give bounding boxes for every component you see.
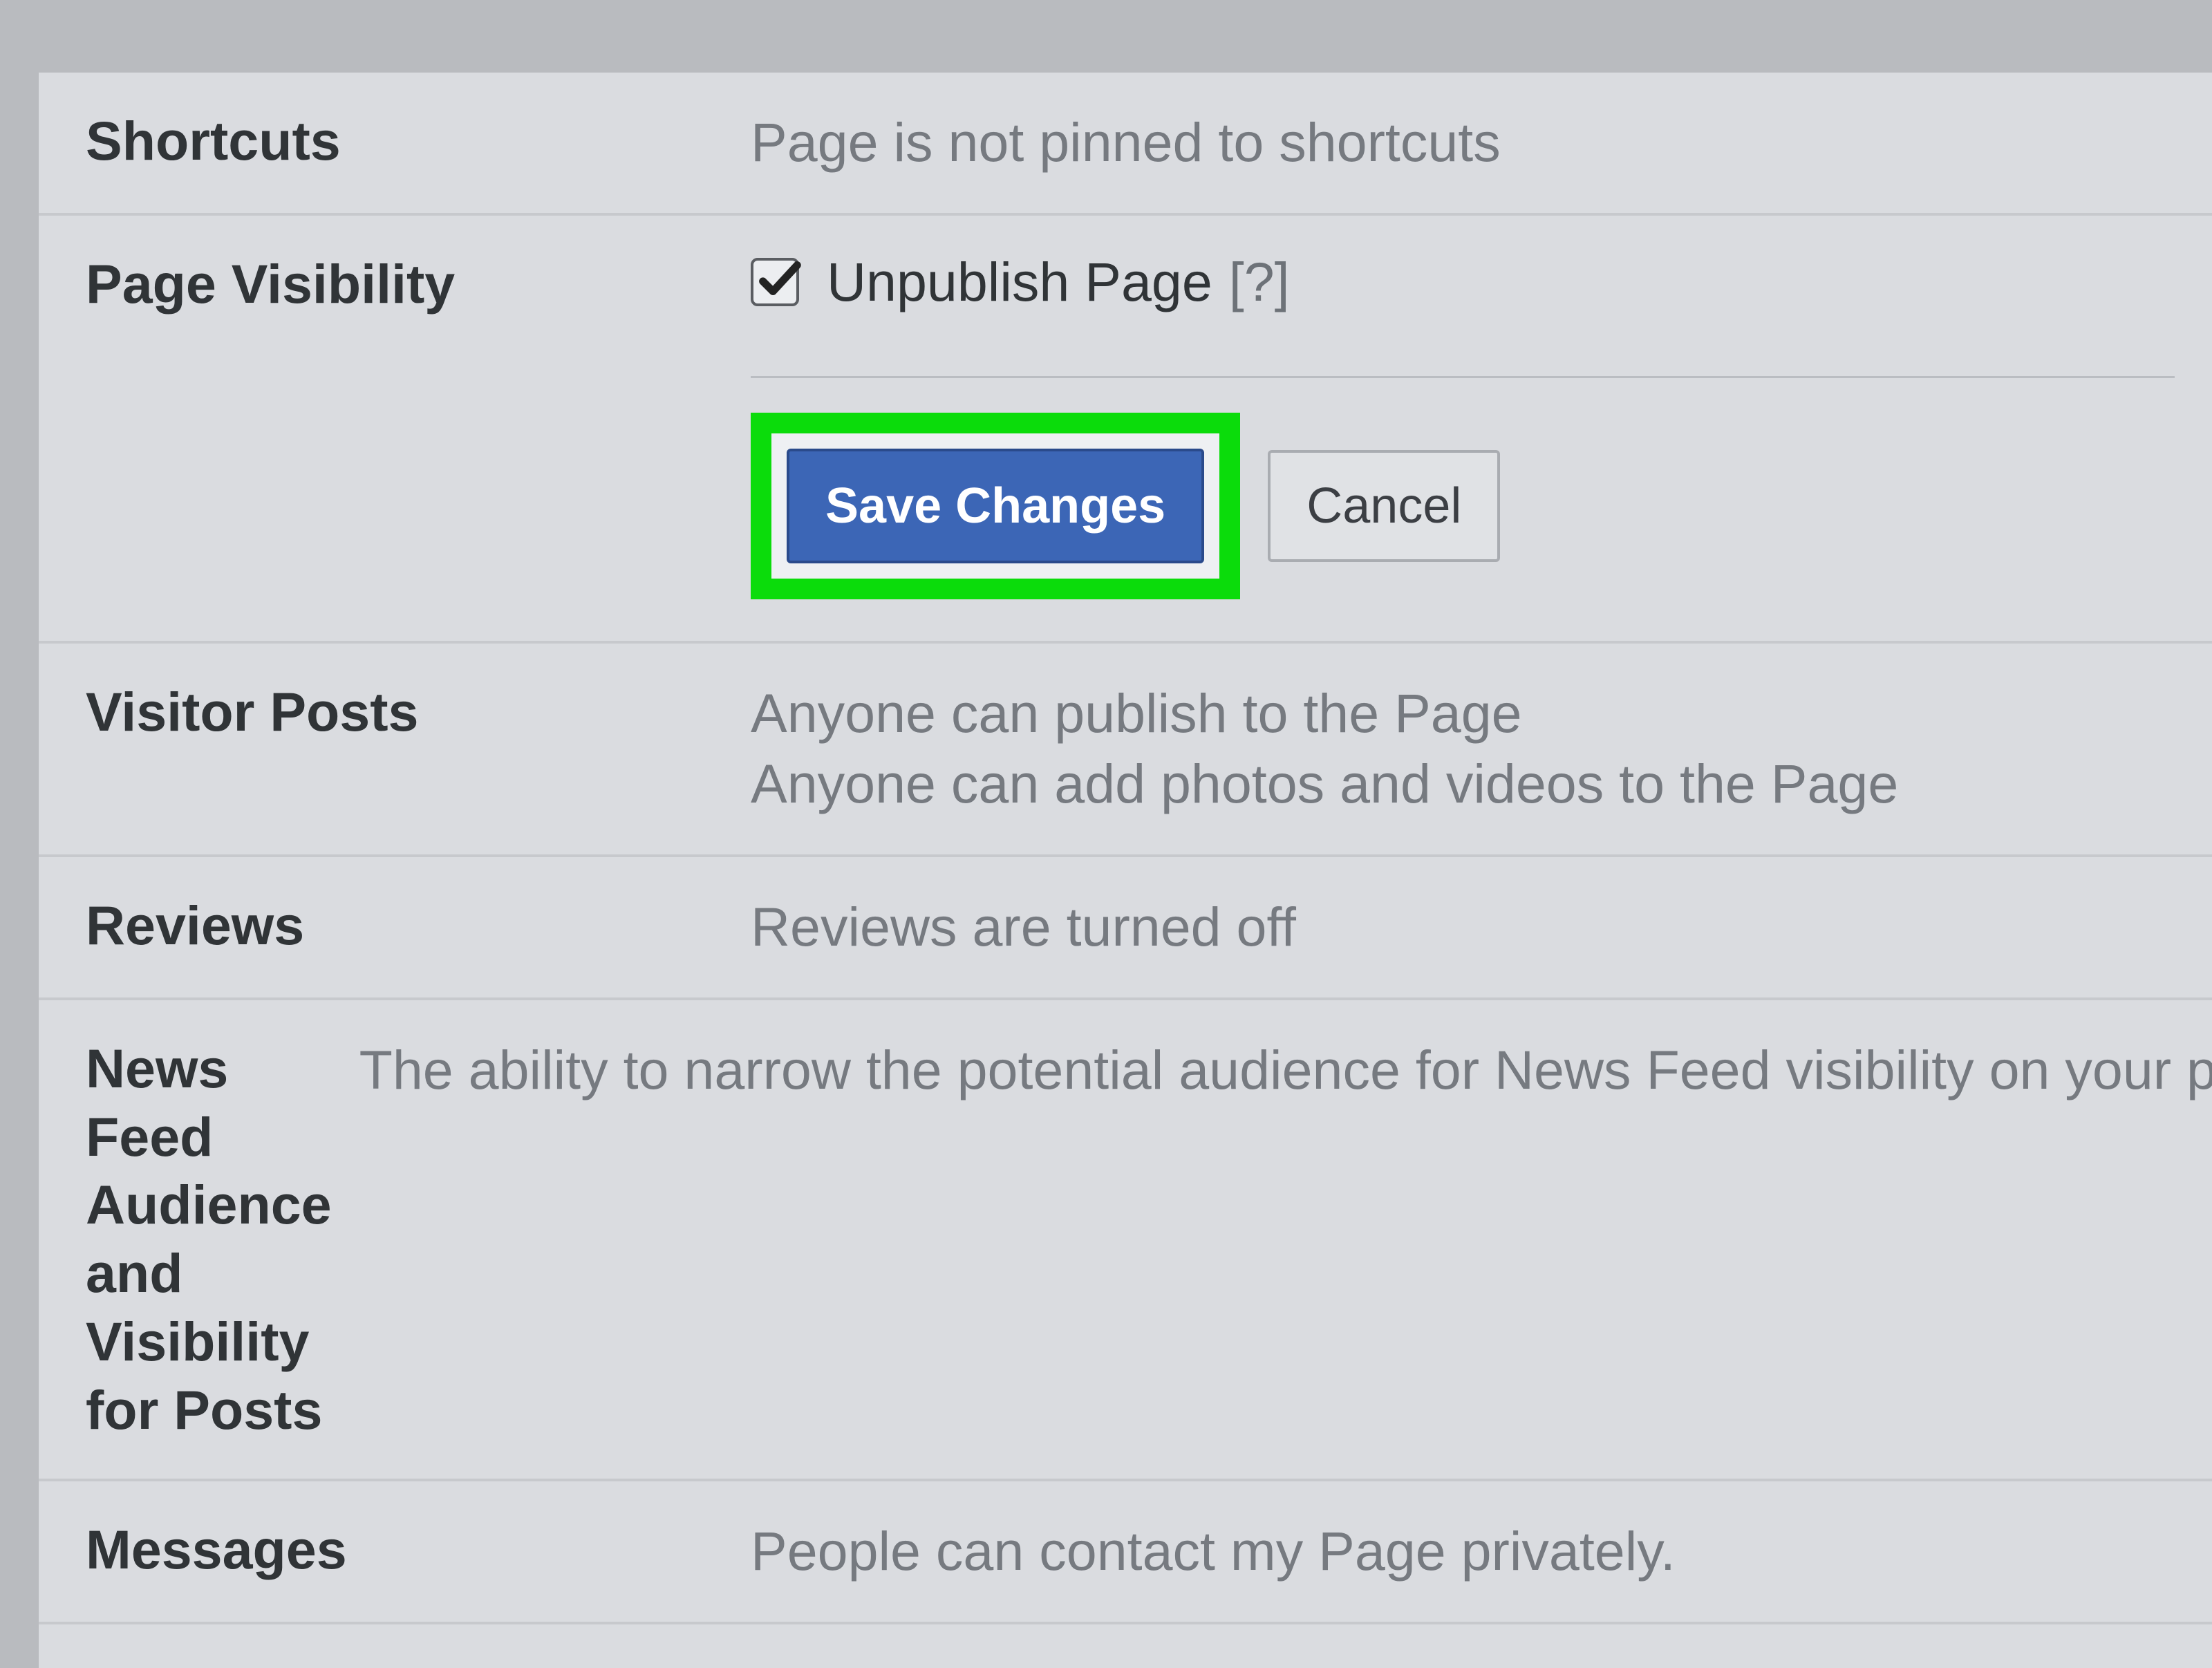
checkmark-icon xyxy=(755,255,803,303)
row-tagging-ability: Tagging Ability Only people who help man… xyxy=(39,1624,2212,1668)
label-messages: Messages xyxy=(86,1516,723,1584)
value-news-feed: The ability to narrow the potential audi… xyxy=(359,1035,2212,1106)
save-changes-button[interactable]: Save Changes xyxy=(787,449,1204,563)
value-shortcuts: Page is not pinned to shortcuts xyxy=(751,107,2212,178)
help-hint-link[interactable]: [?] xyxy=(1229,250,1290,314)
label-page-visibility: Page Visibility xyxy=(86,250,723,319)
row-reviews: Reviews Reviews are turned off xyxy=(39,857,2212,1000)
label-reviews: Reviews xyxy=(86,892,723,960)
row-messages: Messages People can contact my Page priv… xyxy=(39,1481,2212,1624)
value-tagging-ability: Only people who help manage my Page can … xyxy=(751,1659,2212,1668)
cancel-button[interactable]: Cancel xyxy=(1268,450,1500,562)
label-news-feed: News Feed Audience and Visibility for Po… xyxy=(86,1035,332,1445)
value-reviews: Reviews are turned off xyxy=(751,892,2212,963)
actions-row: Save Changes Cancel xyxy=(751,413,2212,599)
value-messages: People can contact my Page privately. xyxy=(751,1516,2212,1587)
row-news-feed: News Feed Audience and Visibility for Po… xyxy=(39,1000,2212,1482)
unpublish-page-checkbox[interactable] xyxy=(751,258,799,306)
row-page-visibility: Page Visibility Unpublish Page [?] Save … xyxy=(39,216,2212,644)
unpublish-page-label: Unpublish Page xyxy=(827,250,1212,314)
row-visitor-posts: Visitor Posts Anyone can publish to the … xyxy=(39,644,2212,857)
highlight-frame: Save Changes xyxy=(751,413,1240,599)
label-shortcuts: Shortcuts xyxy=(86,107,723,176)
label-tagging-ability: Tagging Ability xyxy=(86,1659,723,1668)
value-visitor-posts-line1: Anyone can publish to the Page xyxy=(751,678,2212,749)
row-shortcuts: Shortcuts Page is not pinned to shortcut… xyxy=(39,73,2212,216)
label-visitor-posts: Visitor Posts xyxy=(86,678,723,747)
settings-panel: Shortcuts Page is not pinned to shortcut… xyxy=(39,73,2212,1668)
actions-divider xyxy=(751,376,2175,378)
value-visitor-posts-line2: Anyone can add photos and videos to the … xyxy=(751,749,2212,820)
